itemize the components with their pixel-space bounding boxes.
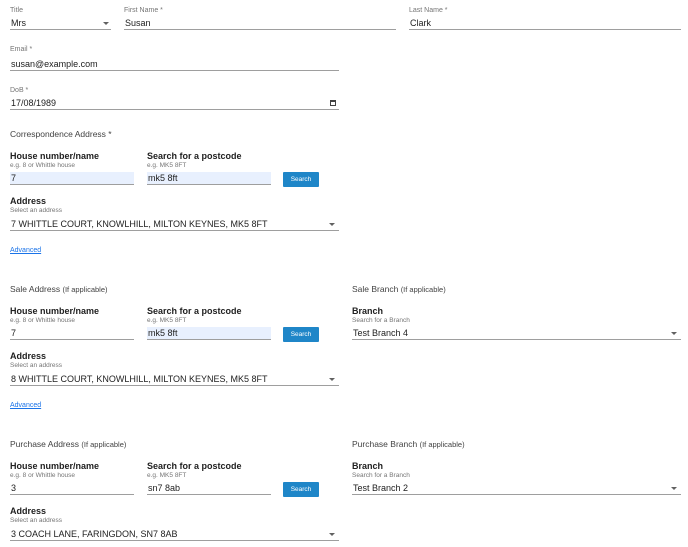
purchase-address-label: Address bbox=[10, 506, 47, 516]
corr-address-label: Address bbox=[10, 196, 47, 206]
purchase-branch-chevron-down-icon bbox=[671, 487, 677, 490]
corr-advanced-link[interactable]: Advanced bbox=[10, 247, 41, 254]
corr-house-hint: e.g. 8 or Whittle house bbox=[10, 162, 76, 169]
sale-postcode-hint: e.g. MK5 8FT bbox=[147, 317, 187, 324]
calendar-icon[interactable] bbox=[330, 100, 336, 106]
purchase-branch-label: Branch bbox=[352, 461, 384, 471]
purchase-branch-heading-suffix: (If applicable) bbox=[419, 440, 465, 449]
sale-branch-heading: Sale Branch (If applicable) bbox=[352, 284, 446, 294]
purchase-address-chevron-down-icon bbox=[329, 533, 335, 536]
last-name-input[interactable]: Clark bbox=[409, 17, 681, 30]
purchase-heading: Purchase Address (If applicable) bbox=[10, 439, 126, 449]
sale-house-input[interactable]: 7 bbox=[10, 327, 134, 340]
sale-address-value: 8 WHITTLE COURT, KNOWLHILL, MILTON KEYNE… bbox=[11, 374, 268, 384]
sale-postcode-label: Search for a postcode bbox=[147, 306, 242, 316]
corr-postcode-label: Search for a postcode bbox=[147, 151, 242, 161]
purchase-house-hint: e.g. 8 or Whittle house bbox=[10, 472, 76, 479]
sale-branch-hint: Search for a Branch bbox=[352, 317, 410, 324]
sale-advanced-link[interactable]: Advanced bbox=[10, 402, 41, 409]
corr-address-chevron-down-icon bbox=[329, 223, 335, 226]
corr-house-label: House number/name bbox=[10, 151, 100, 161]
sale-branch-heading-suffix: (If applicable) bbox=[400, 285, 446, 294]
email-input[interactable]: susan@example.com bbox=[10, 58, 339, 71]
corr-address-select[interactable]: 7 WHITTLE COURT, KNOWLHILL, MILTON KEYNE… bbox=[10, 218, 339, 231]
purchase-postcode-hint: e.g. MK5 8FT bbox=[147, 472, 187, 479]
purchase-address-value: 3 COACH LANE, FARINGDON, SN7 8AB bbox=[11, 529, 178, 539]
title-select[interactable]: Mrs bbox=[10, 17, 111, 30]
purchase-search-button[interactable]: Search bbox=[283, 482, 319, 497]
sale-branch-value: Test Branch 4 bbox=[353, 328, 409, 338]
purchase-house-input[interactable]: 3 bbox=[10, 482, 134, 495]
corr-search-button[interactable]: Search bbox=[283, 172, 319, 187]
dob-input[interactable]: 17/08/1989 bbox=[10, 97, 339, 110]
sale-house-hint: e.g. 8 or Whittle house bbox=[10, 317, 76, 324]
purchase-branch-select[interactable]: Test Branch 2 bbox=[352, 482, 681, 495]
sale-address-hint: Select an address bbox=[10, 362, 63, 369]
sale-heading: Sale Address (If applicable) bbox=[10, 284, 108, 294]
sale-branch-chevron-down-icon bbox=[671, 332, 677, 335]
purchase-postcode-input[interactable]: sn7 8ab bbox=[147, 482, 271, 495]
sale-heading-text: Sale Address bbox=[10, 284, 61, 294]
corr-address-value: 7 WHITTLE COURT, KNOWLHILL, MILTON KEYNE… bbox=[11, 219, 268, 229]
corr-postcode-hint: e.g. MK5 8FT bbox=[147, 162, 187, 169]
purchase-branch-value: Test Branch 2 bbox=[353, 483, 409, 493]
purchase-branch-heading-text: Purchase Branch bbox=[352, 439, 418, 449]
purchase-branch-hint: Search for a Branch bbox=[352, 472, 410, 479]
corr-house-input[interactable]: 7 bbox=[10, 172, 134, 185]
sale-house-label: House number/name bbox=[10, 306, 100, 316]
purchase-address-hint: Select an address bbox=[10, 517, 63, 524]
sale-branch-heading-text: Sale Branch bbox=[352, 284, 399, 294]
purchase-branch-heading: Purchase Branch (If applicable) bbox=[352, 439, 465, 449]
purchase-heading-text: Purchase Address bbox=[10, 439, 79, 449]
corr-address-hint: Select an address bbox=[10, 207, 63, 214]
sale-address-select[interactable]: 8 WHITTLE COURT, KNOWLHILL, MILTON KEYNE… bbox=[10, 373, 339, 386]
last-name-label: Last Name * bbox=[409, 7, 448, 14]
dob-label: DoB * bbox=[10, 87, 29, 94]
corr-postcode-input[interactable]: mk5 8ft bbox=[147, 172, 271, 185]
correspondence-heading: Correspondence Address * bbox=[10, 129, 112, 139]
title-chevron-down-icon bbox=[103, 22, 109, 25]
purchase-address-select[interactable]: 3 COACH LANE, FARINGDON, SN7 8AB bbox=[10, 528, 339, 541]
purchase-house-label: House number/name bbox=[10, 461, 100, 471]
first-name-input[interactable]: Susan bbox=[124, 17, 396, 30]
sale-address-chevron-down-icon bbox=[329, 378, 335, 381]
title-label: Title bbox=[10, 7, 23, 14]
sale-branch-select[interactable]: Test Branch 4 bbox=[352, 327, 681, 340]
first-name-label: First Name * bbox=[124, 7, 163, 14]
purchase-postcode-label: Search for a postcode bbox=[147, 461, 242, 471]
title-select-value: Mrs bbox=[11, 18, 26, 28]
sale-search-button[interactable]: Search bbox=[283, 327, 319, 342]
purchase-heading-suffix: (If applicable) bbox=[81, 440, 127, 449]
sale-branch-label: Branch bbox=[352, 306, 384, 316]
sale-address-label: Address bbox=[10, 351, 47, 361]
sale-postcode-input[interactable]: mk5 8ft bbox=[147, 327, 271, 340]
email-label: Email * bbox=[10, 46, 33, 53]
sale-heading-suffix: (If applicable) bbox=[62, 285, 108, 294]
